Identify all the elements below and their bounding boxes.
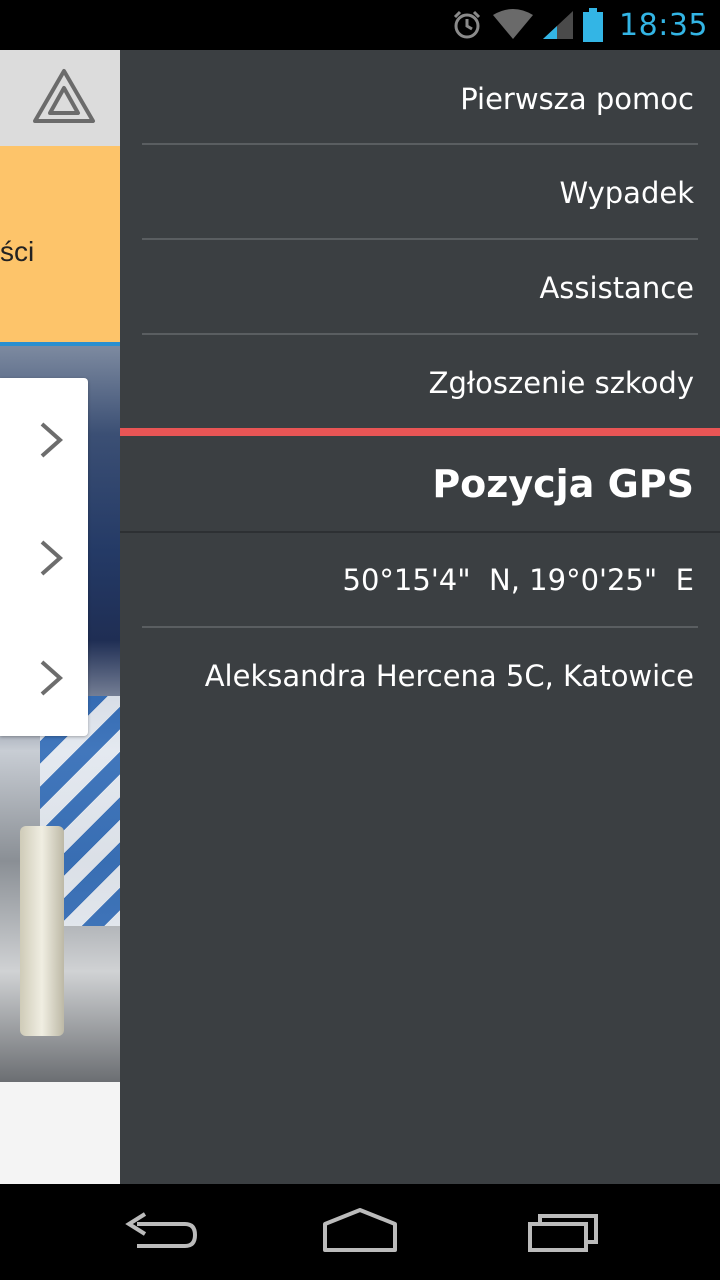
- divider: [142, 143, 698, 145]
- menu-item-assistance[interactable]: Assistance: [120, 241, 720, 335]
- gps-address: Aleksandra Hercena 5C, Katowice: [120, 629, 720, 723]
- navigation-drawer: Pierwsza pomoc Wypadek Assistance Zgłosz…: [120, 50, 720, 1184]
- photo-object: [20, 826, 64, 1036]
- gps-title: Pozycja GPS: [432, 462, 694, 506]
- divider: [142, 238, 698, 240]
- clock: 18:35: [619, 7, 708, 43]
- chevron-right-icon[interactable]: [36, 420, 66, 460]
- divider: [142, 333, 698, 335]
- menu-item-label: Assistance: [539, 271, 694, 305]
- coordinates-text: 50°15'4" N, 19°0'25" E: [342, 563, 694, 597]
- back-icon[interactable]: [115, 1202, 205, 1262]
- menu-item-claim-report[interactable]: Zgłoszenie szkody: [120, 336, 720, 430]
- menu-item-label: Zgłoszenie szkody: [428, 366, 694, 400]
- warning-triangle-icon[interactable]: [32, 68, 96, 124]
- background-screen: ści: [0, 50, 120, 1184]
- menu-item-accident[interactable]: Wypadek: [120, 146, 720, 240]
- options-card: [0, 378, 88, 736]
- bottom-area: [0, 1082, 120, 1184]
- menu-item-label: Pierwsza pomoc: [460, 82, 694, 116]
- home-icon[interactable]: [315, 1202, 405, 1262]
- menu-item-first-aid[interactable]: Pierwsza pomoc: [120, 52, 720, 146]
- menu-item-label: Wypadek: [559, 176, 694, 210]
- gps-section-title: Pozycja GPS: [120, 436, 720, 532]
- section-separator: [120, 428, 720, 436]
- divider: [142, 626, 698, 628]
- system-nav-bar: [0, 1184, 720, 1280]
- banner-partial-text: ści: [0, 236, 35, 267]
- gps-coordinates: 50°15'4" N, 19°0'25" E: [120, 533, 720, 627]
- recent-apps-icon[interactable]: [518, 1202, 608, 1262]
- chevron-right-icon[interactable]: [36, 658, 66, 698]
- battery-icon: [583, 8, 604, 42]
- wifi-icon: [493, 9, 534, 39]
- address-text: Aleksandra Hercena 5C, Katowice: [204, 659, 694, 693]
- status-icons: 18:35: [451, 0, 708, 50]
- signal-icon: [543, 11, 574, 39]
- chevron-right-icon[interactable]: [36, 538, 66, 578]
- app-toolbar: [0, 50, 120, 146]
- status-bar: 18:35: [0, 0, 720, 50]
- alarm-icon: [453, 10, 481, 39]
